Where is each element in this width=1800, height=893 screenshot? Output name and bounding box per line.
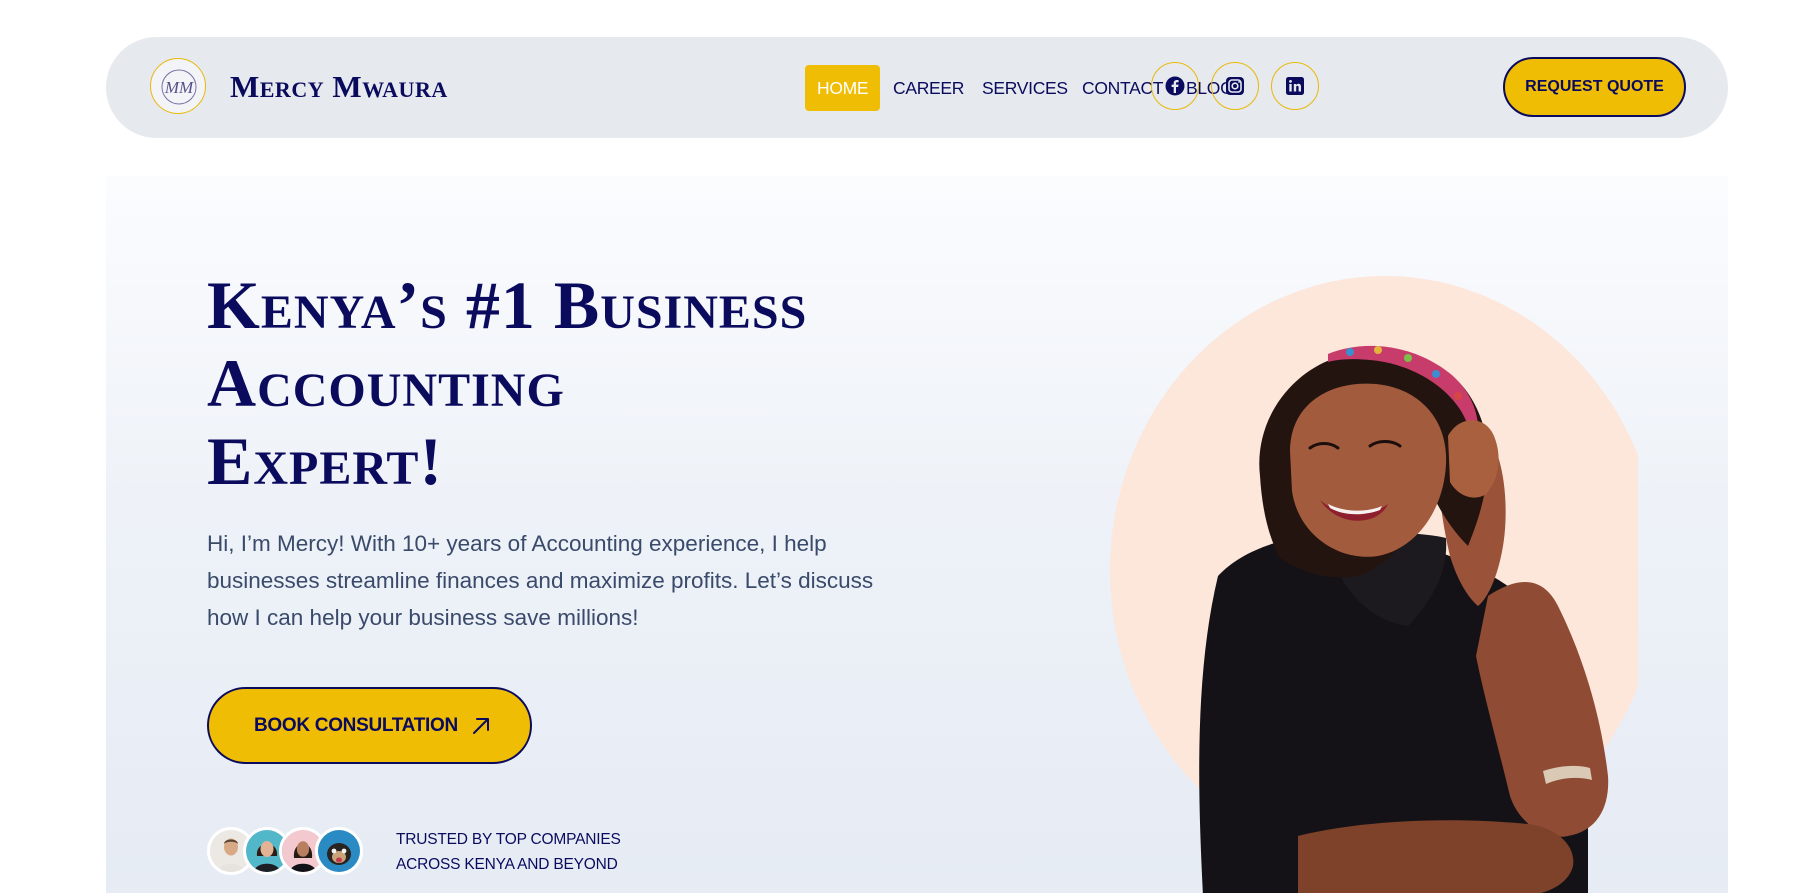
- nav-services[interactable]: SERVICES: [982, 65, 1068, 111]
- headline-line-3: Expert!: [207, 423, 443, 499]
- monogram-text: MM: [164, 78, 194, 97]
- book-consultation-button[interactable]: BOOK CONSULTATION: [207, 687, 532, 764]
- monogram-logo[interactable]: MM: [150, 58, 206, 114]
- linkedin-link[interactable]: [1271, 62, 1319, 110]
- nav-career[interactable]: CAREER: [893, 65, 964, 111]
- hero-section: Kenya’s #1 Business Accounting Expert! H…: [106, 176, 1728, 893]
- hero-intro: Hi, I’m Mercy! With 10+ years of Account…: [207, 531, 874, 630]
- avatar: [315, 827, 363, 875]
- site-header: MM Mercy Mwaura HOME CAREER SERVICES CON…: [106, 37, 1728, 138]
- hero-headline: Kenya’s #1 Business Accounting Expert!: [207, 266, 927, 500]
- trusted-line-1: TRUSTED BY TOP COMPANIES: [396, 831, 621, 848]
- book-consultation-label: BOOK CONSULTATION: [254, 715, 458, 736]
- linkedin-icon: [1286, 77, 1304, 95]
- instagram-icon: [1226, 77, 1244, 95]
- arrow-up-right-icon: [473, 718, 489, 734]
- facebook-link[interactable]: [1151, 62, 1199, 110]
- client-avatars: [207, 827, 379, 875]
- brand-name[interactable]: Mercy Mwaura: [230, 67, 448, 107]
- facebook-icon: [1165, 76, 1185, 96]
- headline-line-1: Kenya’s #1 Business: [207, 267, 808, 343]
- instagram-link[interactable]: [1211, 62, 1259, 110]
- trusted-by-text: TRUSTED BY TOP COMPANIES ACROSS KENYA AN…: [396, 827, 656, 877]
- nav-home[interactable]: HOME: [805, 65, 881, 111]
- trusted-line-2: ACROSS KENYA AND BEYOND: [396, 856, 618, 873]
- headline-line-2: Accounting: [207, 345, 565, 421]
- request-quote-button[interactable]: REQUEST QUOTE: [1503, 57, 1686, 117]
- hero-portrait-image: [1110, 276, 1638, 893]
